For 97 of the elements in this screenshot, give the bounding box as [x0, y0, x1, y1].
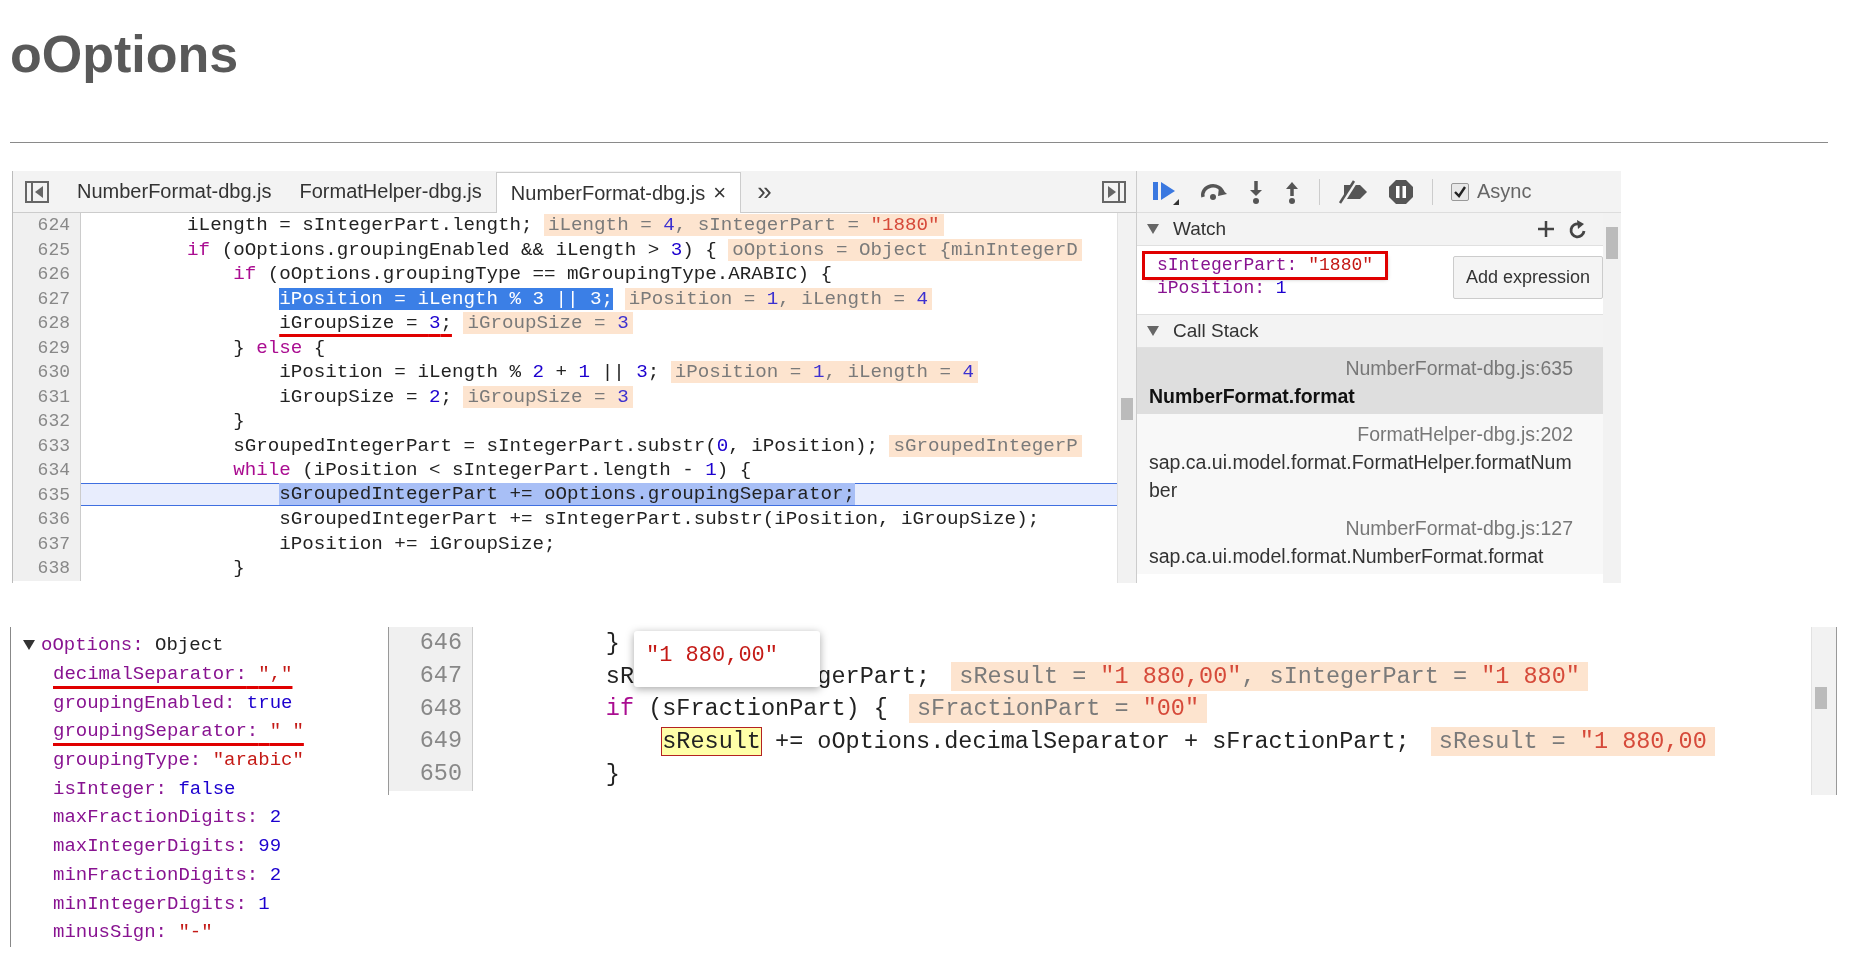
- code-line: if (oOptions.groupingEnabled && iLength > 3) {: [186, 238, 717, 261]
- object-property: decimalSeparator: ",": [53, 663, 293, 686]
- object-property: groupingEnabled: true: [53, 691, 293, 714]
- line-number: 624: [13, 213, 81, 238]
- watch-expression: sIntegerPart: "1880": [1145, 254, 1386, 277]
- code-line: if (oOptions.groupingType == mGroupingType.ARABIC) {: [232, 263, 832, 286]
- call-frame[interactable]: NumberFormat-dbg.js:127 sap.ca.ui.model.format.NumberFormat.format: [1137, 508, 1603, 574]
- expand-triangle-icon[interactable]: [23, 640, 35, 651]
- checkbox[interactable]: [1451, 182, 1469, 201]
- page-title: oOptions: [10, 24, 240, 85]
- code-line: iGroupSize = 3;: [278, 312, 452, 335]
- tab-label: FormatHelper-dbg.js: [299, 180, 482, 203]
- line-number: 632: [13, 409, 81, 434]
- code-line: }: [604, 628, 620, 658]
- inline-value: iGroupSize = 3: [463, 312, 633, 335]
- add-expression-button[interactable]: Add expression: [1452, 255, 1603, 299]
- watch-expression: iPosition: 1: [1156, 277, 1288, 300]
- code-line: iPosition = iLength % 2 + 1 || 3;: [278, 361, 660, 384]
- line-number: 631: [13, 384, 81, 409]
- call-frame[interactable]: FormatHelper-dbg.js:202 sap.ca.ui.model.format.FormatHelper.formatNumber: [1137, 414, 1603, 508]
- checkbox-label: Async: [1477, 180, 1532, 203]
- tab-label: NumberFormat-dbg.js: [77, 180, 272, 203]
- object-property: groupingSeparator: " ": [53, 720, 304, 743]
- section-title: Call Stack: [1173, 320, 1259, 342]
- section-title: Watch: [1173, 218, 1227, 240]
- frame-location: NumberFormat-dbg.js:635: [1344, 356, 1573, 381]
- navigator-toggle-icon[interactable]: [25, 180, 49, 203]
- function-name: sap.ca.ui.model.format.NumberFormat.format: [1149, 544, 1545, 569]
- inline-value: sResult = "1 880,00: [1430, 727, 1715, 757]
- line-number: 638: [13, 556, 81, 581]
- inline-value: iPosition = 1, iLength = 4: [624, 287, 933, 310]
- file-tab[interactable]: NumberFormat-dbg.js: [63, 171, 286, 212]
- line-number: 637: [13, 531, 81, 556]
- inline-value: sGroupedIntegerP: [889, 434, 1082, 457]
- frame-location: NumberFormat-dbg.js:127: [1344, 516, 1573, 541]
- inline-value: iLength = 4, sIntegerPart = "1880": [544, 214, 944, 237]
- code-line: sGroupedIntegerPart += sIntegerPart.substr(iPosition, iGroupSize);: [278, 508, 1040, 531]
- line-number: 635: [13, 482, 81, 507]
- value-tooltip: "1 880,00": [634, 631, 820, 687]
- section-header[interactable]: Call Stack: [1137, 314, 1603, 348]
- tab-label: NumberFormat-dbg.js: [510, 181, 706, 205]
- line-number: 630: [13, 360, 81, 385]
- code-line: sGroupedIntegerPart = sIntegerPart.substr(0, iPosition);: [232, 434, 878, 457]
- object-property: isInteger: false: [53, 777, 236, 800]
- file-tab[interactable]: NumberFormat-dbg.js ×: [495, 172, 742, 213]
- scrollbar[interactable]: [1811, 627, 1836, 795]
- line-number: 629: [13, 335, 81, 360]
- line-number: 636: [13, 507, 81, 532]
- line-number: 633: [13, 433, 81, 458]
- object-property: minFractionDigits: 2: [53, 863, 282, 886]
- code-line: iLength = sIntegerPart.length;: [186, 214, 533, 237]
- line-number: 625: [13, 237, 81, 262]
- line-number: 649: [389, 725, 473, 759]
- scrollbar[interactable]: [1117, 213, 1136, 583]
- async-checkbox[interactable]: Async: [1451, 180, 1532, 203]
- line-number: 650: [389, 758, 473, 791]
- plus-icon[interactable]: [1537, 220, 1555, 238]
- code-line: iPosition += iGroupSize;: [278, 532, 556, 555]
- more-tabs-button[interactable]: »: [757, 176, 772, 207]
- inline-value: oOptions = Object {minIntegerD: [728, 238, 1082, 261]
- object-property: groupingType: "arabic": [53, 749, 304, 772]
- refresh-icon[interactable]: [1569, 219, 1587, 239]
- inline-value: sFractionPart = "00": [909, 694, 1208, 724]
- inline-value: iPosition = 1, iLength = 4: [670, 361, 979, 384]
- pause-icon[interactable]: [1388, 178, 1414, 205]
- object-property: maxIntegerDigits: 99: [53, 835, 282, 858]
- line-number: 627: [13, 286, 81, 311]
- frame-location: FormatHelper-dbg.js:202: [1356, 422, 1573, 447]
- call-frame[interactable]: NumberFormat-dbg.js:635 NumberFormat.format: [1137, 348, 1603, 414]
- sidebar-toggle-icon[interactable]: [1102, 180, 1126, 203]
- inline-value: sResult = "1 880,00", sIntegerPart = "1 880": [951, 661, 1588, 691]
- code-line: if (sFractionPart) {: [604, 694, 888, 724]
- close-icon[interactable]: ×: [713, 180, 727, 206]
- line-number: 646: [389, 627, 473, 660]
- file-tab[interactable]: FormatHelper-dbg.js: [285, 171, 496, 212]
- code-line: iGroupSize = 2;: [278, 385, 452, 408]
- line-number: 626: [13, 262, 81, 287]
- line-number: 647: [389, 659, 473, 693]
- object-property: maxFractionDigits: 2: [53, 806, 282, 829]
- code-line: while (iPosition < sIntegerPart.length - 1) {: [232, 459, 752, 482]
- section-header[interactable]: Watch: [1137, 213, 1603, 246]
- code-line: }: [232, 410, 245, 433]
- code-line: sResult += oOptions.decimalSeparator + sFractionPart;: [661, 727, 1410, 757]
- inline-value: iGroupSize = 3: [463, 385, 633, 408]
- scrollbar[interactable]: [1603, 213, 1621, 583]
- breakpoints-off-icon[interactable]: [1338, 179, 1370, 204]
- line-number: 634: [13, 458, 81, 483]
- code-line: }: [604, 760, 620, 790]
- line-number: 628: [13, 311, 81, 336]
- code-line: } else {: [232, 336, 326, 359]
- object-property: minusSign: "-": [53, 921, 213, 944]
- object-label: oOptions: Object: [41, 634, 224, 657]
- code-line: }: [232, 557, 245, 580]
- function-name: NumberFormat.format: [1149, 384, 1356, 409]
- line-number: 648: [389, 692, 473, 726]
- function-name: sap.ca.ui.model.format.FormatHelper.formatNumber: [1149, 450, 1573, 503]
- object-property: minIntegerDigits: 1: [53, 892, 270, 915]
